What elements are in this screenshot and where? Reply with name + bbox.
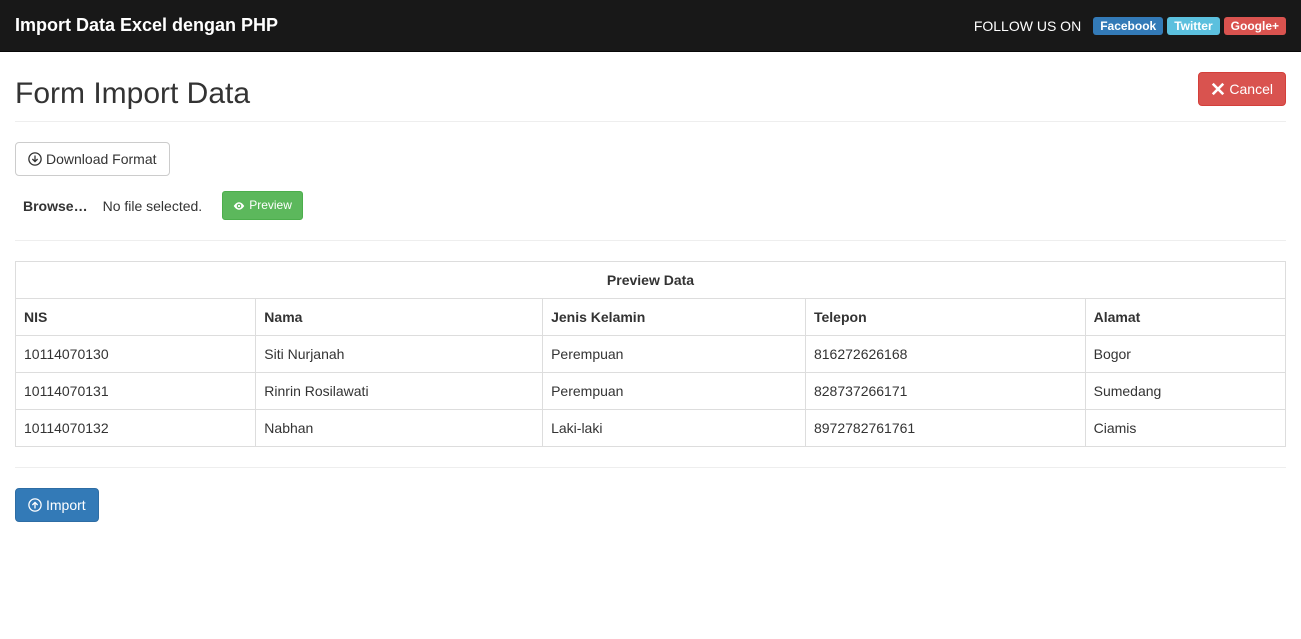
navbar: Import Data Excel dengan PHP FOLLOW US O…: [0, 0, 1301, 52]
cell-telepon: 816272626168: [805, 336, 1085, 373]
close-icon: [1211, 82, 1225, 96]
cell-nama: Rinrin Rosilawati: [256, 373, 543, 410]
cell-jenis-kelamin: Perempuan: [543, 336, 806, 373]
file-upload-row: Browse… No file selected. Preview: [15, 191, 1286, 220]
cell-alamat: Ciamis: [1085, 410, 1285, 447]
cell-jenis-kelamin: Laki-laki: [543, 410, 806, 447]
upload-icon: [28, 498, 42, 512]
preview-button[interactable]: Preview: [222, 191, 303, 220]
table-row: 10114070132 Nabhan Laki-laki 89727827617…: [16, 410, 1286, 447]
divider: [15, 467, 1286, 468]
cell-nama: Nabhan: [256, 410, 543, 447]
cancel-button-label: Cancel: [1229, 79, 1273, 99]
file-input-group[interactable]: Browse… No file selected.: [23, 198, 202, 214]
cell-telepon: 8972782761761: [805, 410, 1085, 447]
table-title: Preview Data: [16, 262, 1286, 299]
cell-telepon: 828737266171: [805, 373, 1085, 410]
eye-icon: [233, 200, 245, 212]
preview-table: Preview Data NIS Nama Jenis Kelamin Tele…: [15, 261, 1286, 447]
cell-alamat: Bogor: [1085, 336, 1285, 373]
cell-nis: 10114070130: [16, 336, 256, 373]
page-title: Form Import Data: [15, 77, 250, 111]
col-nis: NIS: [16, 299, 256, 336]
main-container: Form Import Data Cancel Download Format …: [0, 52, 1301, 542]
browse-button[interactable]: Browse…: [23, 198, 88, 214]
table-title-row: Preview Data: [16, 262, 1286, 299]
navbar-right: FOLLOW US ON Facebook Twitter Google+: [974, 17, 1286, 35]
file-status-text: No file selected.: [103, 198, 203, 214]
col-nama: Nama: [256, 299, 543, 336]
cancel-button[interactable]: Cancel: [1198, 72, 1286, 106]
cell-nis: 10114070132: [16, 410, 256, 447]
divider: [15, 121, 1286, 122]
twitter-badge[interactable]: Twitter: [1167, 17, 1219, 35]
download-icon: [28, 152, 42, 166]
cell-nama: Siti Nurjanah: [256, 336, 543, 373]
col-jenis-kelamin: Jenis Kelamin: [543, 299, 806, 336]
divider: [15, 240, 1286, 241]
navbar-brand[interactable]: Import Data Excel dengan PHP: [15, 0, 278, 51]
facebook-badge[interactable]: Facebook: [1093, 17, 1163, 35]
import-button[interactable]: Import: [15, 488, 99, 522]
col-telepon: Telepon: [805, 299, 1085, 336]
follow-us-label: FOLLOW US ON: [974, 18, 1081, 34]
download-format-label: Download Format: [46, 149, 157, 169]
cell-nis: 10114070131: [16, 373, 256, 410]
cell-alamat: Sumedang: [1085, 373, 1285, 410]
download-format-button[interactable]: Download Format: [15, 142, 170, 176]
table-header-row: NIS Nama Jenis Kelamin Telepon Alamat: [16, 299, 1286, 336]
header-row: Form Import Data Cancel: [15, 72, 1286, 111]
google-plus-badge[interactable]: Google+: [1224, 17, 1286, 35]
table-row: 10114070130 Siti Nurjanah Perempuan 8162…: [16, 336, 1286, 373]
preview-button-label: Preview: [249, 197, 292, 214]
table-row: 10114070131 Rinrin Rosilawati Perempuan …: [16, 373, 1286, 410]
import-button-label: Import: [46, 495, 86, 515]
col-alamat: Alamat: [1085, 299, 1285, 336]
cell-jenis-kelamin: Perempuan: [543, 373, 806, 410]
